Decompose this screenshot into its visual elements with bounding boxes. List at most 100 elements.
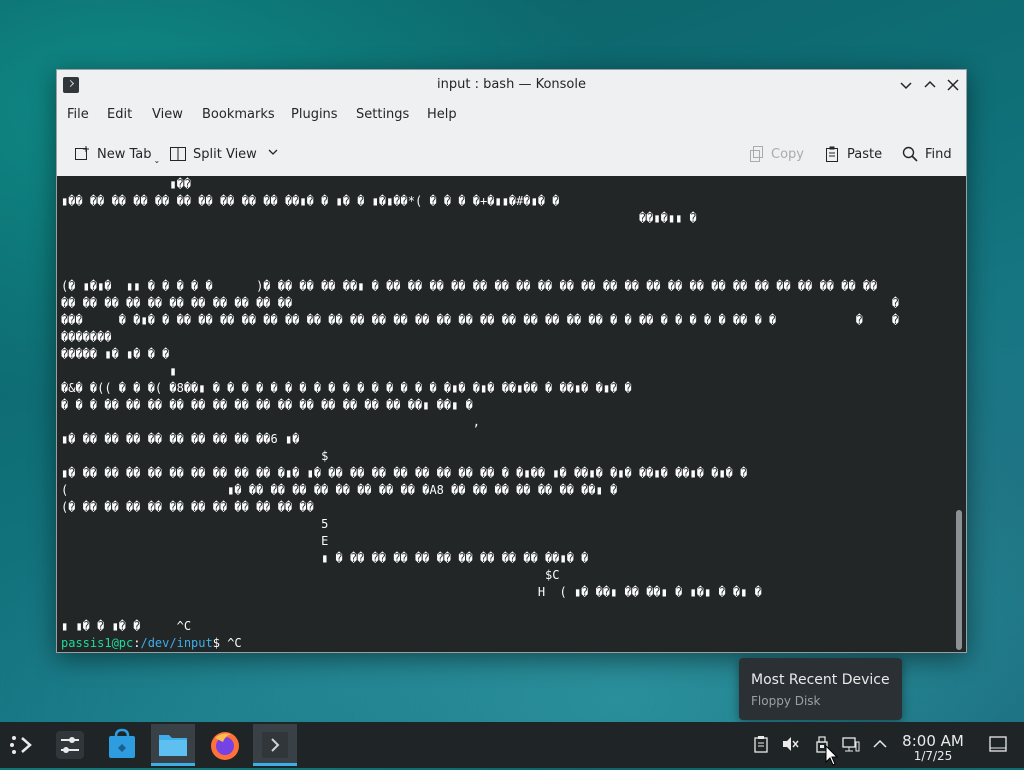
minimize-icon: [900, 82, 912, 90]
terminal-output-line: ▮� �� �� �� �� �� �� �� �� �� �▮� ▮� �� …: [61, 466, 748, 480]
split-view-label: Split View: [193, 146, 257, 162]
terminal-output-line: � � � �� �� �� �� �� �� �� �� �� �� �� �…: [61, 398, 473, 412]
prompt-user: passis1@pc: [61, 636, 134, 650]
terminal-prompt-line: passis1@pc:/dev/input$ ^C: [61, 635, 899, 652]
menu-help[interactable]: Help: [427, 107, 457, 122]
chevron-down-icon[interactable]: [267, 146, 279, 162]
title-bar[interactable]: input : bash — Konsole: [57, 70, 966, 100]
new-tab-menu-indicator[interactable]: ⌄: [154, 156, 161, 165]
show-hidden-icons-button[interactable]: [870, 734, 890, 754]
terminal-output-line: ����� ▮� ▮� � �: [61, 347, 170, 361]
terminal-output-line: ▮� �� �� �� �� �� �� �� �� ��6 ▮�: [61, 432, 300, 446]
terminal-output-line: ��� � �▮� � �� �� �� �� �� �� �� �� �� �…: [61, 313, 900, 327]
new-tab-icon: [73, 145, 91, 163]
terminal-output-line: $C: [61, 568, 560, 582]
terminal-output-line: ▮: [61, 364, 177, 378]
konsole-window: input : bash — Konsole File Edit View Bo…: [56, 69, 967, 653]
konsole-icon: [262, 732, 288, 758]
terminal-output-line: ▮�� �� �� �� �� �� �� �� �� �� ��▮� � ▮�…: [61, 194, 560, 208]
taskbar: [0, 722, 1024, 768]
firefox-task[interactable]: [203, 724, 247, 766]
clipboard-tray-button[interactable]: [751, 734, 771, 754]
split-view-button[interactable]: Split View: [169, 144, 279, 164]
menu-edit[interactable]: Edit: [107, 107, 132, 122]
terminal-output-line: ( ▮� �� �� �� �� �� �� �� �� �A8 �� �� �…: [61, 483, 618, 497]
minimize-button[interactable]: [896, 75, 916, 95]
main-toolbar: New Tab ⌄ Split View Copy Paste Find: [57, 132, 966, 177]
menu-file[interactable]: File: [67, 107, 89, 122]
volume-muted-icon: [783, 737, 799, 751]
terminal-binary-output: ▮�� ▮�� �� �� �� �� �� �� �� �� �� ��▮� …: [61, 176, 899, 635]
scrollbar-thumb[interactable]: [956, 510, 962, 650]
terminal-output-line: �&� �(( � � �( �8��▮ � � � � � � � � � �…: [61, 381, 632, 395]
firefox-icon: [211, 732, 239, 760]
clipboard-icon: [754, 736, 768, 753]
clock-time[interactable]: 8:00 AM: [896, 732, 970, 750]
close-button[interactable]: [943, 75, 963, 95]
maximize-icon: [924, 80, 936, 88]
menu-plugins[interactable]: Plugins: [291, 107, 338, 122]
show-desktop-button[interactable]: [988, 734, 1008, 754]
tooltip-title: Most Recent Device: [751, 672, 890, 688]
copy-icon: [747, 145, 765, 163]
copy-label: Copy: [771, 146, 804, 162]
find-label: Find: [925, 146, 952, 162]
chevron-up-icon: [873, 739, 887, 748]
new-tab-label: New Tab: [97, 146, 152, 162]
terminal-output-line: ▮��: [61, 177, 199, 191]
mouse-pointer-icon: [825, 745, 839, 766]
terminal-output-line: ▮ � �� �� �� �� �� �� �� �� �� ��▮� �: [61, 551, 589, 565]
close-icon: [947, 79, 959, 91]
copy-button[interactable]: Copy: [747, 144, 804, 164]
prompt-path: /dev/input: [140, 636, 213, 650]
application-launcher-icon: [10, 736, 32, 754]
volume-tray-button[interactable]: [780, 734, 800, 754]
search-icon: [901, 145, 919, 163]
terminal-output-line: E: [61, 534, 329, 548]
terminal-output-line: $: [61, 449, 329, 463]
system-settings-icon: [56, 731, 84, 759]
terminal-output-line: ��▮�▮▮ �: [61, 211, 697, 225]
split-view-icon: [169, 145, 187, 163]
tooltip-subtitle: Floppy Disk: [751, 694, 821, 708]
find-button[interactable]: Find: [901, 144, 952, 164]
terminal-view[interactable]: ▮�� ▮�� �� �� �� �� �� �� �� �� �� ��▮� …: [57, 176, 966, 652]
menu-settings[interactable]: Settings: [356, 107, 409, 122]
terminal-output-line: (� ▮�▮� ▮▮ � � � � � )� �� �� �� ��▮ � �…: [61, 279, 878, 293]
terminal-output-line: (� �� �� �� �� �� �� �� �� �� �� ��: [61, 500, 314, 514]
show-desktop-icon: [989, 736, 1007, 752]
discover-store-icon: [109, 728, 135, 758]
clock-date[interactable]: 1/7/25: [896, 749, 970, 763]
menu-view[interactable]: View: [152, 107, 183, 122]
terminal-output: ▮�� ▮�� �� �� �� �� �� �� �� �� �� ��▮� …: [61, 176, 899, 652]
discover-task[interactable]: [100, 724, 144, 766]
typed-command: ^C: [227, 636, 242, 650]
terminal-output-line: �� �� �� �� �� �� �� �� �� �� �� �: [61, 296, 900, 310]
prompt-end: $: [212, 636, 228, 650]
network-wired-icon: [842, 737, 860, 752]
network-tray-button[interactable]: [841, 734, 861, 754]
file-manager-task[interactable]: [151, 724, 195, 766]
system-settings-task[interactable]: [48, 724, 92, 766]
menu-bar: File Edit View Bookmarks Plugins Setting…: [57, 100, 966, 130]
terminal-output-line: 5: [61, 517, 329, 531]
paste-button[interactable]: Paste: [823, 144, 882, 164]
maximize-button[interactable]: [920, 75, 940, 95]
konsole-task[interactable]: [253, 724, 297, 766]
terminal-output-line: �������: [61, 330, 112, 344]
terminal-output-line: ▮ ▮� � ▮� � ^C: [61, 619, 192, 633]
paste-icon: [823, 145, 841, 163]
menu-bookmarks[interactable]: Bookmarks: [202, 107, 275, 122]
terminal-output-line: ,: [61, 415, 481, 429]
terminal-output-line: H ( ▮� ��▮ �� ��▮ � ▮�▮ � �▮ �: [61, 585, 762, 599]
window-title: input : bash — Konsole: [437, 77, 586, 92]
terminal-scrollbar[interactable]: [954, 176, 962, 652]
paste-label: Paste: [847, 146, 883, 162]
new-tab-button[interactable]: New Tab ⌄: [73, 144, 161, 165]
application-launcher-button[interactable]: [0, 724, 44, 766]
file-manager-icon: [159, 735, 187, 756]
device-notifier-tooltip: Most Recent Device Floppy Disk: [739, 658, 902, 720]
